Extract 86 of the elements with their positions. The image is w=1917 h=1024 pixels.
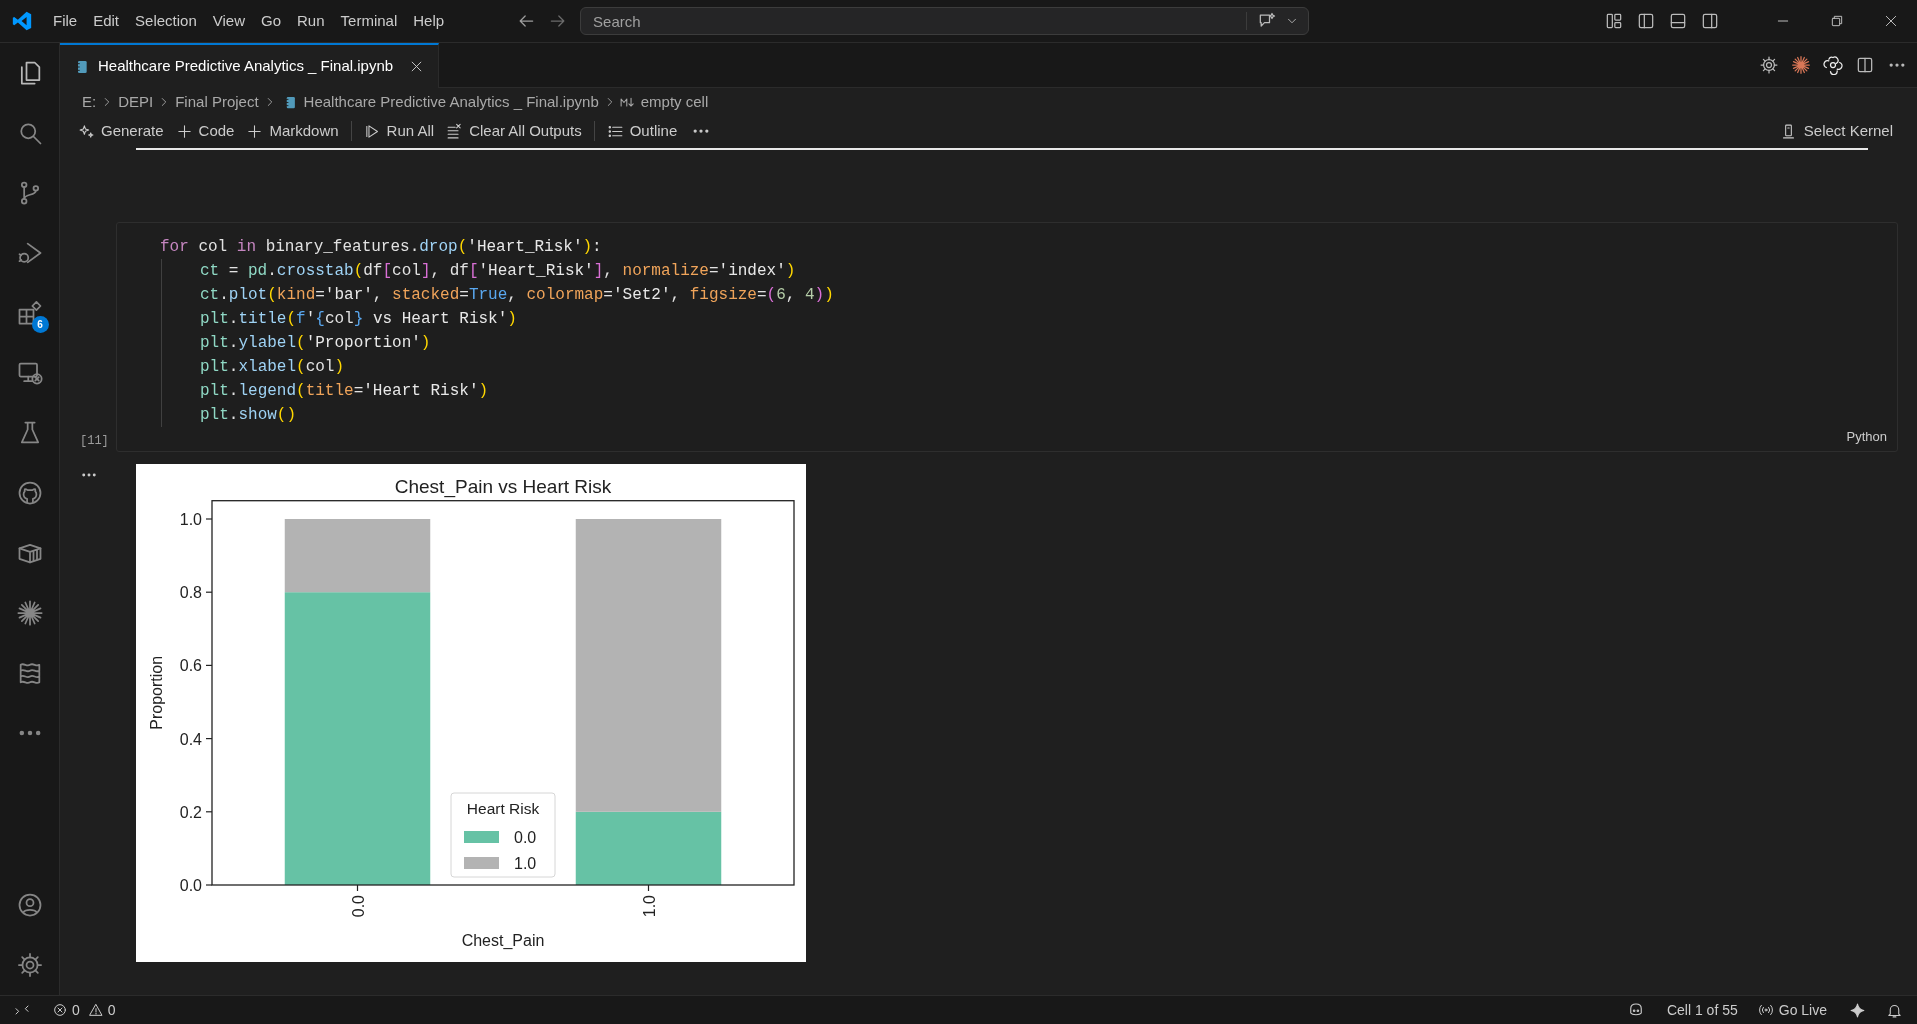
error-icon [52, 1002, 68, 1018]
toolbar-button[interactable]: Markdown [240, 118, 345, 144]
menu-item[interactable]: Help [405, 9, 453, 33]
toolbar-button[interactable]: Code [169, 118, 241, 144]
x-tick-label: 1.0 [640, 895, 658, 918]
legend-label: 1.0 [514, 855, 537, 872]
menu-item[interactable]: Selection [127, 9, 205, 33]
panel-icon[interactable] [1668, 11, 1688, 31]
problems-button[interactable]: 0 0 [52, 999, 116, 1021]
menu-item[interactable]: Run [289, 9, 333, 33]
primary-sidebar-icon[interactable] [1636, 11, 1656, 31]
restore-icon[interactable] [1829, 13, 1845, 29]
settings-icon[interactable] [1759, 55, 1779, 75]
flower-icon[interactable] [1823, 55, 1843, 75]
y-axis-label: Proportion [148, 655, 165, 730]
y-tick-label: 0.4 [179, 730, 202, 748]
legend-swatch [464, 857, 499, 869]
breadcrumb-item[interactable]: DEPI [116, 90, 156, 114]
y-tick [205, 518, 213, 520]
split-editor-icon[interactable] [1855, 55, 1875, 75]
warning-icon [87, 1002, 104, 1018]
language-label[interactable]: Python [1846, 427, 1887, 447]
go-live-button[interactable]: Go Live [1757, 999, 1827, 1021]
run-all-icon [363, 122, 381, 140]
secondary-sidebar-icon[interactable] [1700, 11, 1720, 31]
layout-icon[interactable] [1604, 11, 1624, 31]
y-tick [205, 664, 213, 666]
close-icon[interactable] [1883, 13, 1899, 29]
breadcrumb-item[interactable]: empty cell [638, 90, 711, 114]
plus-icon [175, 122, 193, 140]
breadcrumb-item[interactable]: E: [80, 90, 99, 114]
broadcast-icon [1757, 1002, 1774, 1018]
menu-item[interactable]: Go [253, 9, 289, 33]
y-tick [205, 738, 213, 740]
x-axis-label: Chest_Pain [461, 932, 545, 949]
legend-label: 0.0 [514, 829, 537, 846]
toolbar-button[interactable]: Outline [600, 118, 684, 144]
error-count: 0 [72, 1000, 80, 1020]
warning-count: 0 [107, 1000, 116, 1020]
x-tick [647, 884, 650, 892]
sparkle-icon [78, 122, 95, 140]
sparkle-icon[interactable] [1849, 1001, 1866, 1019]
code-line: ct = pd.crosstab(df[col], df['Heart_Risk'], normalize='index') [200, 261, 797, 282]
starburst-icon[interactable] [1791, 55, 1811, 75]
breadcrumb-item[interactable]: Healthcare Predictive Analytics _ Final.ipynb [301, 90, 601, 114]
toolbar-button[interactable]: Clear All Outputs [440, 118, 588, 144]
y-tick-label: 1.0 [179, 511, 202, 528]
y-tick-label: 0.6 [179, 657, 202, 675]
y-tick [205, 884, 213, 886]
search-field[interactable]: Search [580, 7, 1310, 35]
menu-item[interactable]: Terminal [332, 9, 406, 33]
code-line: ct.plot(kind='bar', stacked=True, colormap='Set2', figsize=(6, 4)) [200, 285, 835, 306]
legend-title: Heart Risk [466, 800, 540, 817]
clear-outputs-icon [446, 122, 464, 140]
y-tick-label: 0.8 [179, 584, 202, 602]
code-line: plt.legend(title='Heart Risk') [200, 381, 490, 402]
code-line: plt.xlabel(col) [200, 357, 346, 378]
x-tick [356, 884, 359, 892]
chart-title: Chest_Pain vs Heart Risk [394, 476, 612, 497]
menu-item[interactable]: View [204, 9, 253, 33]
legend-swatch [464, 831, 499, 843]
menu-item[interactable]: File [45, 9, 86, 33]
execution-count: [11] [79, 433, 110, 450]
y-tick [205, 591, 213, 593]
code-line: plt.show() [200, 405, 298, 426]
y-tick [205, 811, 213, 813]
menu-item[interactable]: Edit [85, 9, 128, 33]
y-tick-label: 0.2 [179, 803, 202, 821]
app-logo[interactable] [11, 10, 33, 32]
code-line: plt.ylabel('Proportion') [200, 333, 432, 354]
code-line: for col in binary_features.drop('Heart_Risk'): [160, 237, 603, 258]
editor-tab[interactable]: Healthcare Predictive Analytics _ Final.ipynb [60, 43, 440, 88]
breadcrumb-item[interactable]: Final Project [173, 90, 261, 114]
code-line: plt.title(f'{col} vs Heart Risk') [200, 309, 518, 330]
toolbar-button[interactable]: Run All [357, 118, 441, 144]
x-tick-label: 0.0 [349, 895, 367, 918]
starburst-icon[interactable] [15, 599, 44, 627]
select-kernel-button[interactable]: Select Kernel [1779, 118, 1893, 144]
plus-icon [246, 122, 264, 140]
tab-title: Healthcare Predictive Analytics _ Final.ipynb [98, 56, 394, 77]
settings-icon[interactable] [15, 951, 44, 979]
code-cell[interactable] [116, 222, 1898, 452]
toolbar-button[interactable]: Generate [72, 118, 170, 144]
y-tick-label: 0.0 [179, 877, 202, 894]
cell-position[interactable]: Cell 1 of 55 [1666, 999, 1738, 1021]
notification-badge: 6 [31, 316, 49, 333]
